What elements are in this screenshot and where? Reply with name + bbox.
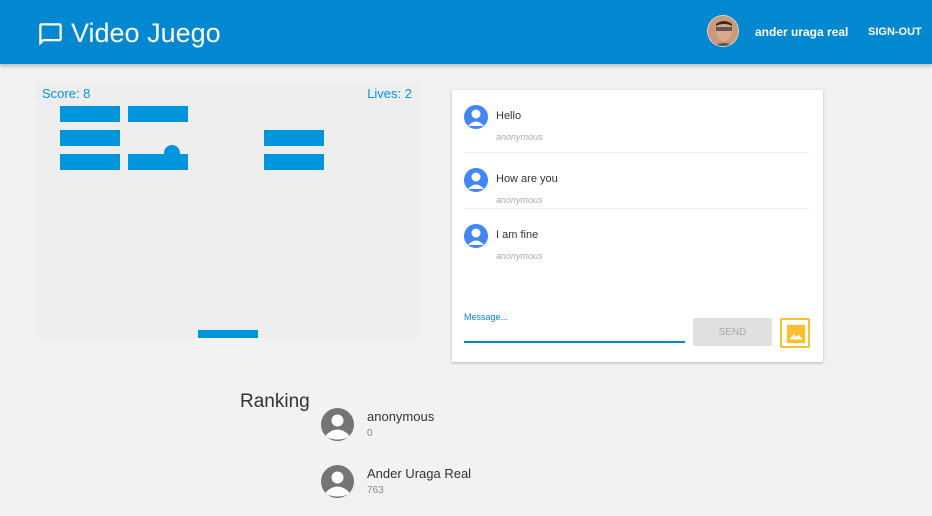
chat-card: Hello anonymous How are you anonymous I … bbox=[452, 90, 823, 362]
upload-image-button[interactable] bbox=[780, 318, 810, 348]
message-text: Hello bbox=[496, 110, 522, 122]
brick bbox=[264, 130, 324, 146]
message-text: I am fine bbox=[496, 229, 539, 241]
ranking-score: 763 bbox=[367, 485, 384, 496]
user-name: ander uraga real bbox=[755, 25, 849, 39]
image-icon bbox=[786, 324, 806, 344]
account-circle-icon bbox=[321, 408, 354, 441]
ball bbox=[164, 145, 180, 161]
ranking-title: Ranking bbox=[240, 391, 310, 412]
ranking-entry: Ander Uraga Real 763 bbox=[321, 465, 571, 505]
score-label: Score: 8 bbox=[42, 86, 91, 101]
send-button[interactable]: SEND bbox=[693, 318, 772, 346]
brick bbox=[60, 106, 120, 122]
brick bbox=[264, 154, 324, 170]
chat-message: I am fine anonymous bbox=[464, 208, 810, 264]
message-author: anonymous bbox=[496, 132, 543, 142]
message-input[interactable] bbox=[464, 323, 685, 343]
brick bbox=[128, 106, 188, 122]
account-circle-icon bbox=[321, 465, 354, 498]
lives-label: Lives: 2 bbox=[367, 86, 412, 101]
game-canvas[interactable]: Score: 8 Lives: 2 bbox=[36, 83, 420, 338]
chat-bubble-icon bbox=[37, 21, 64, 48]
user-avatar-icon bbox=[464, 105, 488, 129]
user-avatar bbox=[707, 15, 739, 47]
brick bbox=[60, 154, 120, 170]
ranking-entry: anonymous 0 bbox=[321, 408, 571, 448]
ranking-name: anonymous bbox=[367, 409, 435, 424]
user-avatar-icon bbox=[464, 224, 488, 248]
message-author: anonymous bbox=[496, 195, 543, 205]
brick bbox=[60, 130, 120, 146]
paddle[interactable] bbox=[198, 330, 258, 338]
chat-message: Hello anonymous bbox=[464, 90, 810, 146]
sign-out-button[interactable]: SIGN-OUT bbox=[866, 24, 924, 40]
ranking-name: Ander Uraga Real bbox=[367, 466, 472, 481]
chat-message: How are you anonymous bbox=[464, 152, 810, 208]
message-author: anonymous bbox=[496, 251, 543, 261]
app-title: Video Juego bbox=[71, 18, 221, 48]
user-avatar-icon bbox=[464, 168, 488, 192]
message-text: How are you bbox=[496, 173, 558, 185]
app-header: Video Juego ander uraga real SIGN-OUT bbox=[0, 0, 932, 64]
message-field-label: Message... bbox=[464, 312, 509, 322]
ranking-score: 0 bbox=[367, 428, 373, 439]
